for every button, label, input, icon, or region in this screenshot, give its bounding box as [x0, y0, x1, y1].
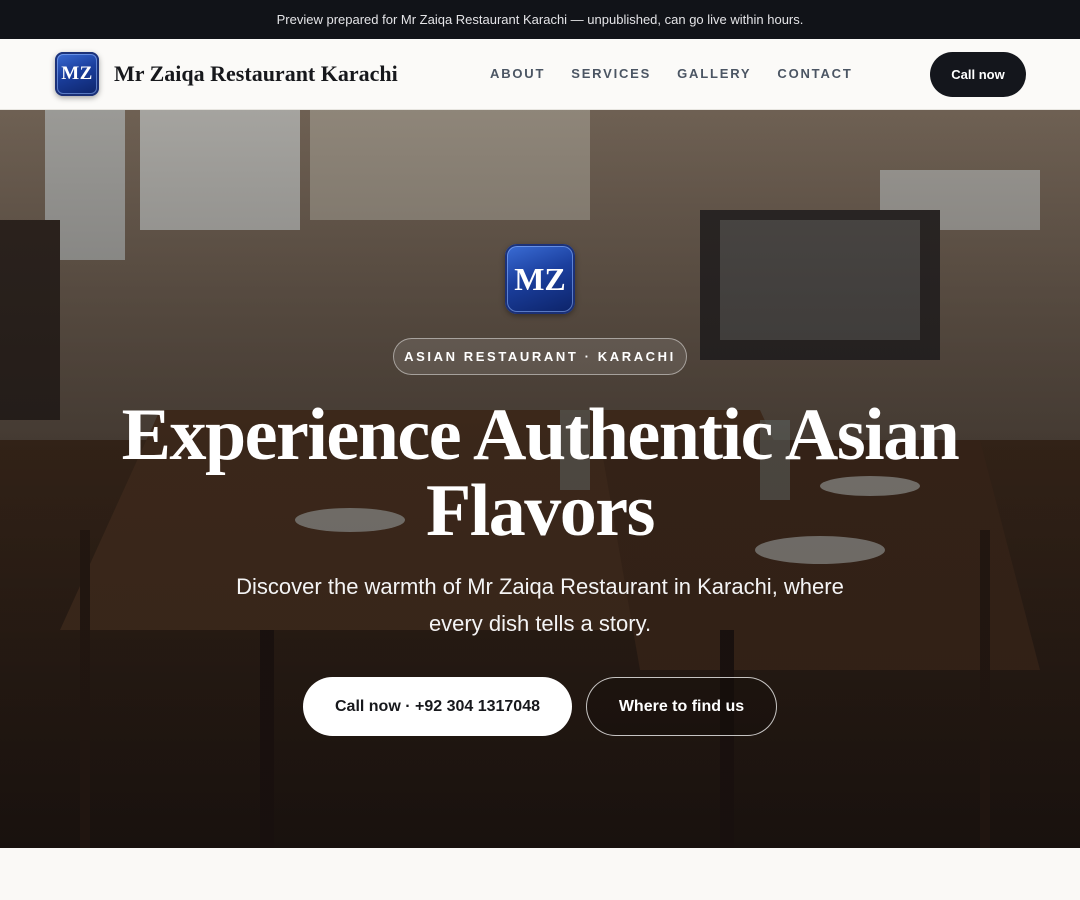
nav-link-gallery[interactable]: GALLERY	[677, 66, 751, 81]
hero-title: Experience Authentic Asian Flavors	[121, 394, 960, 552]
brand-logo[interactable]: MZ	[55, 52, 99, 96]
nav-link-services[interactable]: SERVICES	[571, 66, 651, 81]
brand-name[interactable]: Mr Zaiqa Restaurant Karachi	[114, 61, 398, 87]
announcement-bar: Preview prepared for Mr Zaiqa Restaurant…	[0, 0, 1080, 39]
main-nav: ABOUT SERVICES GALLERY CONTACT	[490, 66, 853, 81]
nav-call-button[interactable]: Call now	[930, 52, 1026, 97]
nav-link-contact[interactable]: CONTACT	[777, 66, 852, 81]
announcement-text: Preview prepared for Mr Zaiqa Restaurant…	[276, 12, 804, 27]
hero-subtitle: Discover the warmth of Mr Zaiqa Restaura…	[236, 574, 844, 636]
hero-location-button[interactable]: Where to find us	[586, 677, 777, 736]
hero-logo: MZ	[505, 244, 575, 314]
site-header: MZ Mr Zaiqa Restaurant Karachi ABOUT SER…	[0, 39, 1080, 110]
hero-call-button[interactable]: Call now · +92 304 1317048	[303, 677, 572, 736]
hero-section: MZ ASIAN RESTAURANT · KARACHI Experience…	[0, 110, 1080, 848]
nav-link-about[interactable]: ABOUT	[490, 66, 545, 81]
hero-tag: ASIAN RESTAURANT · KARACHI	[393, 338, 687, 375]
